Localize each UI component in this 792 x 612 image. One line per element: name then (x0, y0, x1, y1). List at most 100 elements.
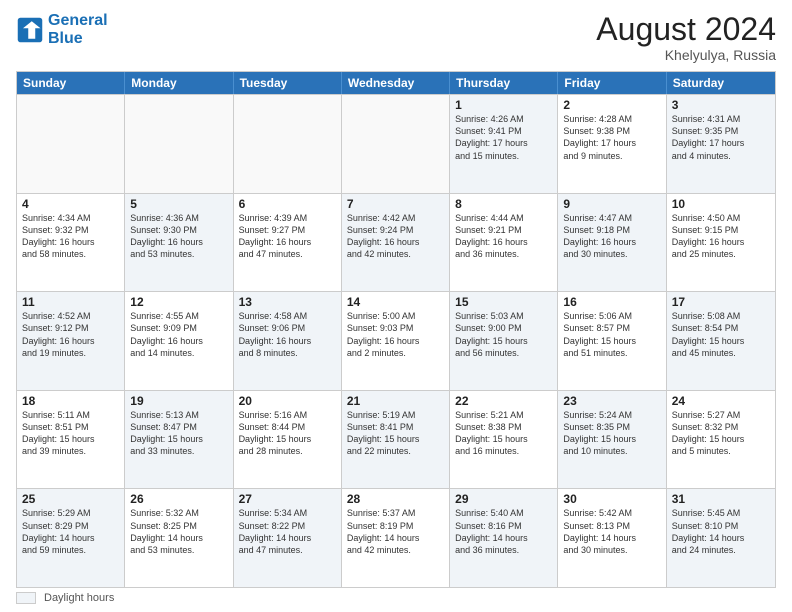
header-day-sunday: Sunday (17, 72, 125, 94)
day-number: 14 (347, 295, 444, 309)
cal-cell-12: 12Sunrise: 4:55 AM Sunset: 9:09 PM Dayli… (125, 292, 233, 390)
cal-cell-3: 3Sunrise: 4:31 AM Sunset: 9:35 PM Daylig… (667, 95, 775, 193)
cal-cell-28: 28Sunrise: 5:37 AM Sunset: 8:19 PM Dayli… (342, 489, 450, 587)
day-info: Sunrise: 4:39 AM Sunset: 9:27 PM Dayligh… (239, 212, 336, 261)
cal-cell-27: 27Sunrise: 5:34 AM Sunset: 8:22 PM Dayli… (234, 489, 342, 587)
day-info: Sunrise: 5:19 AM Sunset: 8:41 PM Dayligh… (347, 409, 444, 458)
day-info: Sunrise: 5:27 AM Sunset: 8:32 PM Dayligh… (672, 409, 770, 458)
day-number: 9 (563, 197, 660, 211)
month-year: August 2024 (596, 12, 776, 47)
day-info: Sunrise: 5:40 AM Sunset: 8:16 PM Dayligh… (455, 507, 552, 556)
calendar: SundayMondayTuesdayWednesdayThursdayFrid… (16, 71, 776, 588)
day-info: Sunrise: 5:24 AM Sunset: 8:35 PM Dayligh… (563, 409, 660, 458)
day-info: Sunrise: 4:58 AM Sunset: 9:06 PM Dayligh… (239, 310, 336, 359)
day-info: Sunrise: 4:50 AM Sunset: 9:15 PM Dayligh… (672, 212, 770, 261)
day-info: Sunrise: 4:42 AM Sunset: 9:24 PM Dayligh… (347, 212, 444, 261)
day-number: 4 (22, 197, 119, 211)
cal-cell-14: 14Sunrise: 5:00 AM Sunset: 9:03 PM Dayli… (342, 292, 450, 390)
day-info: Sunrise: 4:36 AM Sunset: 9:30 PM Dayligh… (130, 212, 227, 261)
logo: General Blue (16, 12, 108, 47)
day-number: 11 (22, 295, 119, 309)
cal-row-3: 18Sunrise: 5:11 AM Sunset: 8:51 PM Dayli… (17, 390, 775, 489)
day-info: Sunrise: 5:06 AM Sunset: 8:57 PM Dayligh… (563, 310, 660, 359)
day-number: 10 (672, 197, 770, 211)
cal-cell-20: 20Sunrise: 5:16 AM Sunset: 8:44 PM Dayli… (234, 391, 342, 489)
day-info: Sunrise: 5:29 AM Sunset: 8:29 PM Dayligh… (22, 507, 119, 556)
day-info: Sunrise: 5:08 AM Sunset: 8:54 PM Dayligh… (672, 310, 770, 359)
cal-cell-16: 16Sunrise: 5:06 AM Sunset: 8:57 PM Dayli… (558, 292, 666, 390)
day-number: 18 (22, 394, 119, 408)
day-number: 1 (455, 98, 552, 112)
day-info: Sunrise: 4:52 AM Sunset: 9:12 PM Dayligh… (22, 310, 119, 359)
day-number: 3 (672, 98, 770, 112)
cal-cell-empty-0 (17, 95, 125, 193)
cal-cell-22: 22Sunrise: 5:21 AM Sunset: 8:38 PM Dayli… (450, 391, 558, 489)
day-number: 28 (347, 492, 444, 506)
cal-cell-2: 2Sunrise: 4:28 AM Sunset: 9:38 PM Daylig… (558, 95, 666, 193)
header-day-friday: Friday (558, 72, 666, 94)
day-info: Sunrise: 4:47 AM Sunset: 9:18 PM Dayligh… (563, 212, 660, 261)
page: General Blue August 2024 Khelyulya, Russ… (0, 0, 792, 612)
footer-label: Daylight hours (44, 592, 114, 604)
day-info: Sunrise: 5:13 AM Sunset: 8:47 PM Dayligh… (130, 409, 227, 458)
day-info: Sunrise: 5:00 AM Sunset: 9:03 PM Dayligh… (347, 310, 444, 359)
cal-cell-26: 26Sunrise: 5:32 AM Sunset: 8:25 PM Dayli… (125, 489, 233, 587)
cal-cell-4: 4Sunrise: 4:34 AM Sunset: 9:32 PM Daylig… (17, 194, 125, 292)
day-number: 15 (455, 295, 552, 309)
header-day-thursday: Thursday (450, 72, 558, 94)
day-number: 20 (239, 394, 336, 408)
day-number: 16 (563, 295, 660, 309)
cal-cell-17: 17Sunrise: 5:08 AM Sunset: 8:54 PM Dayli… (667, 292, 775, 390)
day-info: Sunrise: 5:16 AM Sunset: 8:44 PM Dayligh… (239, 409, 336, 458)
header-day-tuesday: Tuesday (234, 72, 342, 94)
day-info: Sunrise: 5:45 AM Sunset: 8:10 PM Dayligh… (672, 507, 770, 556)
day-number: 12 (130, 295, 227, 309)
cal-cell-5: 5Sunrise: 4:36 AM Sunset: 9:30 PM Daylig… (125, 194, 233, 292)
cal-row-4: 25Sunrise: 5:29 AM Sunset: 8:29 PM Dayli… (17, 488, 775, 587)
cal-cell-30: 30Sunrise: 5:42 AM Sunset: 8:13 PM Dayli… (558, 489, 666, 587)
day-info: Sunrise: 5:42 AM Sunset: 8:13 PM Dayligh… (563, 507, 660, 556)
header-day-saturday: Saturday (667, 72, 775, 94)
header-day-wednesday: Wednesday (342, 72, 450, 94)
cal-cell-6: 6Sunrise: 4:39 AM Sunset: 9:27 PM Daylig… (234, 194, 342, 292)
cal-cell-23: 23Sunrise: 5:24 AM Sunset: 8:35 PM Dayli… (558, 391, 666, 489)
cal-cell-10: 10Sunrise: 4:50 AM Sunset: 9:15 PM Dayli… (667, 194, 775, 292)
day-info: Sunrise: 4:55 AM Sunset: 9:09 PM Dayligh… (130, 310, 227, 359)
day-number: 24 (672, 394, 770, 408)
cal-cell-empty-1 (125, 95, 233, 193)
cal-cell-11: 11Sunrise: 4:52 AM Sunset: 9:12 PM Dayli… (17, 292, 125, 390)
cal-cell-13: 13Sunrise: 4:58 AM Sunset: 9:06 PM Dayli… (234, 292, 342, 390)
day-info: Sunrise: 4:34 AM Sunset: 9:32 PM Dayligh… (22, 212, 119, 261)
calendar-header: SundayMondayTuesdayWednesdayThursdayFrid… (17, 72, 775, 94)
cal-cell-18: 18Sunrise: 5:11 AM Sunset: 8:51 PM Dayli… (17, 391, 125, 489)
day-number: 5 (130, 197, 227, 211)
day-info: Sunrise: 4:44 AM Sunset: 9:21 PM Dayligh… (455, 212, 552, 261)
day-info: Sunrise: 5:34 AM Sunset: 8:22 PM Dayligh… (239, 507, 336, 556)
header-day-monday: Monday (125, 72, 233, 94)
logo-icon (16, 16, 44, 44)
day-number: 13 (239, 295, 336, 309)
day-info: Sunrise: 5:21 AM Sunset: 8:38 PM Dayligh… (455, 409, 552, 458)
cal-cell-25: 25Sunrise: 5:29 AM Sunset: 8:29 PM Dayli… (17, 489, 125, 587)
day-info: Sunrise: 5:32 AM Sunset: 8:25 PM Dayligh… (130, 507, 227, 556)
day-info: Sunrise: 5:11 AM Sunset: 8:51 PM Dayligh… (22, 409, 119, 458)
day-number: 7 (347, 197, 444, 211)
cal-row-1: 4Sunrise: 4:34 AM Sunset: 9:32 PM Daylig… (17, 193, 775, 292)
cal-cell-9: 9Sunrise: 4:47 AM Sunset: 9:18 PM Daylig… (558, 194, 666, 292)
day-number: 26 (130, 492, 227, 506)
cal-cell-15: 15Sunrise: 5:03 AM Sunset: 9:00 PM Dayli… (450, 292, 558, 390)
day-info: Sunrise: 5:03 AM Sunset: 9:00 PM Dayligh… (455, 310, 552, 359)
header: General Blue August 2024 Khelyulya, Russ… (16, 12, 776, 63)
day-number: 25 (22, 492, 119, 506)
title-block: August 2024 Khelyulya, Russia (596, 12, 776, 63)
logo-line2: Blue (48, 30, 83, 47)
logo-line1: General (48, 12, 108, 29)
day-info: Sunrise: 5:37 AM Sunset: 8:19 PM Dayligh… (347, 507, 444, 556)
daylight-swatch (16, 592, 36, 604)
logo-text: General Blue (48, 12, 108, 47)
cal-cell-21: 21Sunrise: 5:19 AM Sunset: 8:41 PM Dayli… (342, 391, 450, 489)
footer: Daylight hours (16, 592, 776, 604)
day-number: 31 (672, 492, 770, 506)
day-number: 29 (455, 492, 552, 506)
location: Khelyulya, Russia (596, 47, 776, 63)
